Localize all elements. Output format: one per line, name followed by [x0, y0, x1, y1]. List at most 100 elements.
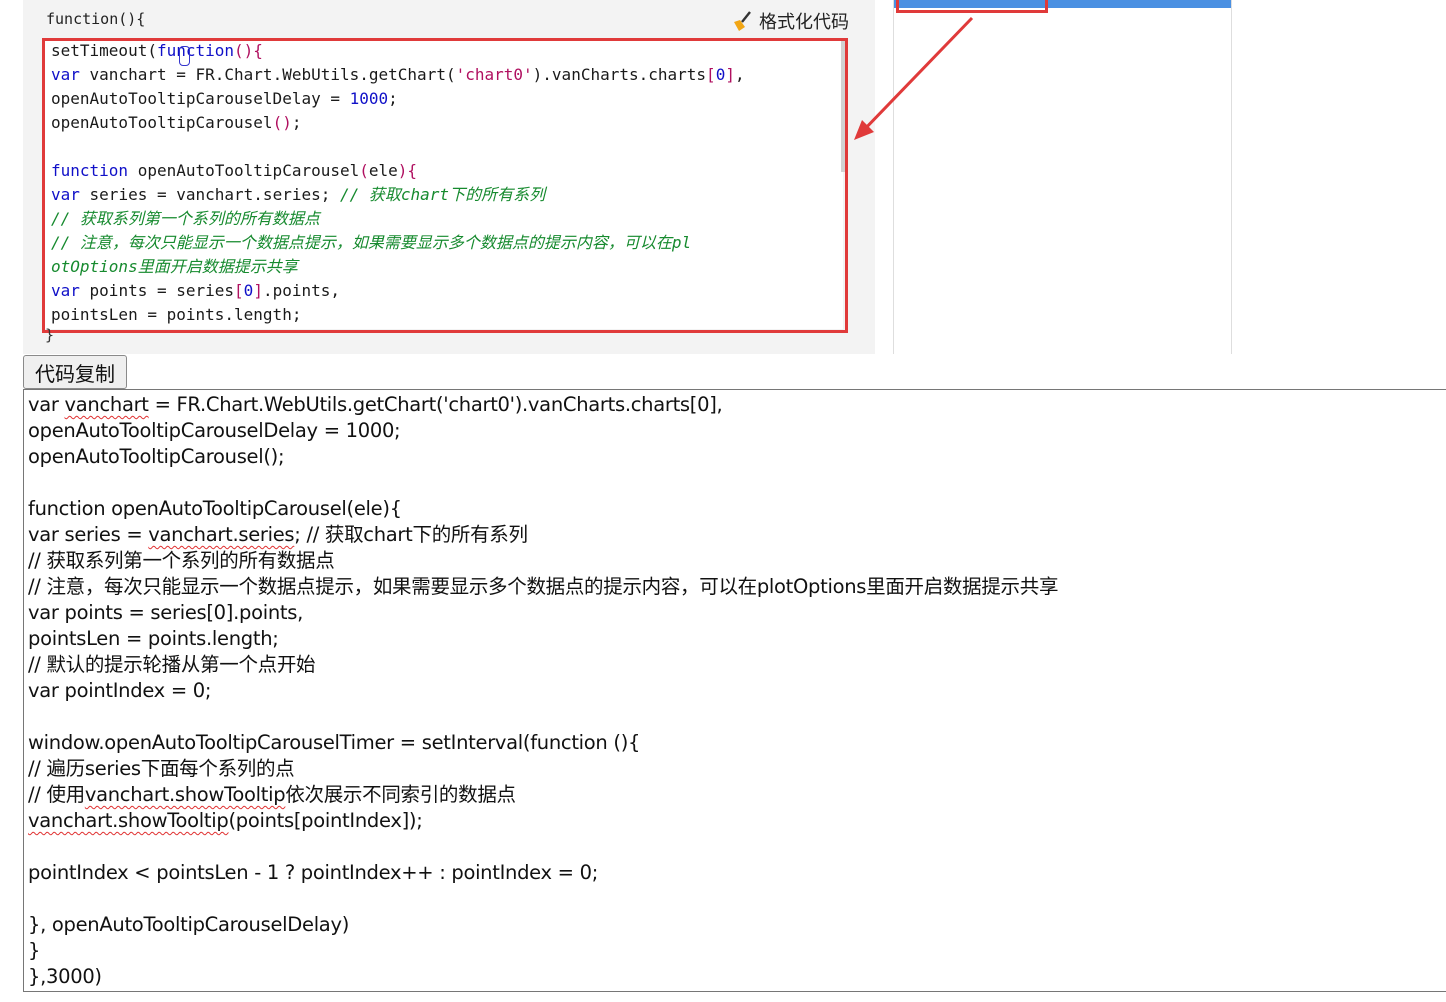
textarea-line: }, openAutoTooltipCarouselDelay) [24, 912, 1446, 938]
text-segment: 依次展示不同索引的数据点 [285, 783, 516, 806]
text-segment: // 获取系列第一个系列的所有数据点 [28, 549, 335, 572]
textarea-line: var pointIndex = 0; [24, 678, 1446, 704]
code-line: setTimeout(function(){ [43, 39, 843, 63]
broom-icon [731, 10, 753, 32]
textarea-line: // 获取系列第一个系列的所有数据点 [24, 548, 1446, 574]
code-token: // 获取chart下的所有系列 [340, 185, 546, 204]
code-token: ; [388, 89, 398, 108]
text-segment: function openAutoTooltipCarousel(ele){ [28, 497, 402, 520]
code-line: var vanchart = FR.Chart.WebUtils.getChar… [43, 63, 843, 87]
code-token: openAutoTooltipCarouselDelay = [51, 89, 350, 108]
text-segment: ; // 获取chart下的所有系列 [294, 523, 528, 546]
code-token: vanchart = FR.Chart.WebUtils.getChart( [79, 65, 456, 84]
text-segment: pointIndex < pointsLen - 1 ? pointIndex+… [28, 861, 598, 884]
text-segment: // 遍历series下面每个系列的点 [28, 757, 295, 780]
code-token: , [734, 65, 745, 84]
textarea-line: openAutoTooltipCarouselDelay = 1000; [24, 418, 1446, 444]
copy-code-button[interactable]: 代码复制 [23, 355, 127, 389]
code-token: 'chart0' [455, 65, 533, 84]
code-line: openAutoTooltipCarousel(); [43, 111, 843, 135]
code-token: function [51, 161, 129, 180]
code-line: pointsLen = points.length; [43, 303, 843, 327]
code-line: // 获取系列第一个系列的所有数据点 [43, 207, 843, 231]
code-token: var [51, 281, 80, 300]
code-token: function [156, 41, 235, 60]
code-token: setTimeout( [51, 41, 157, 60]
code-line: var series = vanchart.series; // 获取chart… [43, 183, 843, 207]
code-token: openAutoTooltipCarousel [51, 113, 273, 132]
textarea-line [24, 886, 1446, 912]
textarea-line: openAutoTooltipCarousel(); [24, 444, 1446, 470]
code-line: var points = series[0].points, [43, 279, 843, 303]
code-token: ] [725, 65, 735, 84]
code-token: var [51, 185, 80, 204]
code-token: // 获取系列第一个系列的所有数据点 [51, 209, 320, 228]
code-token: otOptions里面开启数据提示共享 [51, 257, 298, 276]
code-token: points = series [79, 281, 235, 300]
textarea-line: function openAutoTooltipCarousel(ele){ [24, 496, 1446, 522]
code-line: otOptions里面开启数据提示共享 [43, 255, 843, 279]
code-token: ] [253, 281, 263, 300]
spellcheck-word: vanchart.showTooltip [28, 809, 229, 832]
code-textarea[interactable]: var vanchart = FR.Chart.WebUtils.getChar… [23, 389, 1446, 992]
code-token: series = vanchart.series; [79, 185, 340, 204]
textarea-line: var points = series[0].points, [24, 600, 1446, 626]
function-header: function(){ [46, 10, 146, 28]
textarea-line: vanchart.showTooltip(points[pointIndex])… [24, 808, 1446, 834]
spellcheck-word: vanchart.series [148, 523, 295, 546]
text-segment: // 注意，每次只能显示一个数据点提示，如果需要显示多个数据点的提示内容，可以在… [28, 575, 1059, 598]
code-token: (){ [234, 41, 263, 60]
text-segment: var pointIndex = 0; [28, 679, 212, 702]
code-token: openAutoTooltipCarousel [128, 161, 360, 180]
code-token: () [272, 113, 292, 132]
textarea-line: // 默认的提示轮播从第一个点开始 [24, 652, 1446, 678]
code-token: [ [706, 65, 716, 84]
spellcheck-word: vanchart.showTooltip [84, 783, 286, 806]
text-segment: (points[pointIndex]); [228, 809, 423, 832]
code-token: ).vanCharts.charts [532, 65, 707, 84]
code-line: function openAutoTooltipCarousel(ele){ [43, 159, 843, 183]
text-segment: pointsLen = points.length; [28, 627, 279, 650]
text-segment: window.openAutoTooltipCarouselTimer = se… [28, 731, 641, 754]
text-segment: } [28, 939, 41, 962]
text-segment: }, openAutoTooltipCarouselDelay) [28, 913, 350, 936]
textarea-line: pointsLen = points.length; [24, 626, 1446, 652]
editor-scrollbar[interactable] [841, 38, 847, 172]
text-segment: // 默认的提示轮播从第一个点开始 [28, 653, 316, 676]
textarea-line: } [24, 938, 1446, 964]
code-token: // 注意，每次只能显示一个数据点提示，如果需要显示多个数据点的提示内容，可以在… [51, 233, 692, 252]
textarea-line [24, 704, 1446, 730]
text-segment: },3000) [28, 965, 102, 988]
text-segment: openAutoTooltipCarouselDelay = 1000; [28, 419, 401, 442]
closing-brace: } [45, 326, 55, 344]
format-code-label: 格式化代码 [759, 12, 849, 33]
textarea-line [24, 470, 1446, 496]
code-token: .points, [262, 281, 341, 300]
textarea-line: pointIndex < pointsLen - 1 ? pointIndex+… [24, 860, 1446, 886]
textarea-line: // 使用vanchart.showTooltip依次展示不同索引的数据点 [24, 782, 1446, 808]
textarea-line: // 遍历series下面每个系列的点 [24, 756, 1446, 782]
text-segment: var series = [28, 523, 149, 546]
text-segment: // 使用 [28, 783, 85, 806]
text-segment: var points = series[0].points, [28, 601, 303, 624]
code-line: // 注意，每次只能显示一个数据点提示，如果需要显示多个数据点的提示内容，可以在… [43, 231, 843, 255]
code-token: pointsLen = points.length; [51, 305, 302, 324]
text-segment: var [28, 393, 65, 416]
text-segment: openAutoTooltipCarousel(); [28, 445, 285, 468]
code-editor[interactable]: setTimeout(function(){var vanchart = FR.… [43, 39, 843, 329]
code-token: [ [234, 281, 244, 300]
code-line: openAutoTooltipCarouselDelay = 1000; [43, 87, 843, 111]
textarea-line: var series = vanchart.series; // 获取chart… [24, 522, 1446, 548]
code-token: 0 [715, 65, 726, 84]
textarea-line: var vanchart = FR.Chart.WebUtils.getChar… [24, 392, 1446, 418]
textarea-line: },3000) [24, 964, 1446, 990]
pointer-arrow-icon [854, 16, 974, 140]
textarea-line: window.openAutoTooltipCarouselTimer = se… [24, 730, 1446, 756]
code-screenshot-panel: function(){ 格式化代码 setTimeout(function(){… [23, 0, 875, 354]
code-token: ){ [397, 161, 418, 180]
format-code-button[interactable]: 格式化代码 [731, 9, 849, 33]
code-token: 1000 [349, 89, 389, 108]
textarea-line [24, 834, 1446, 860]
textarea-line: // 注意，每次只能显示一个数据点提示，如果需要显示多个数据点的提示内容，可以在… [24, 574, 1446, 600]
